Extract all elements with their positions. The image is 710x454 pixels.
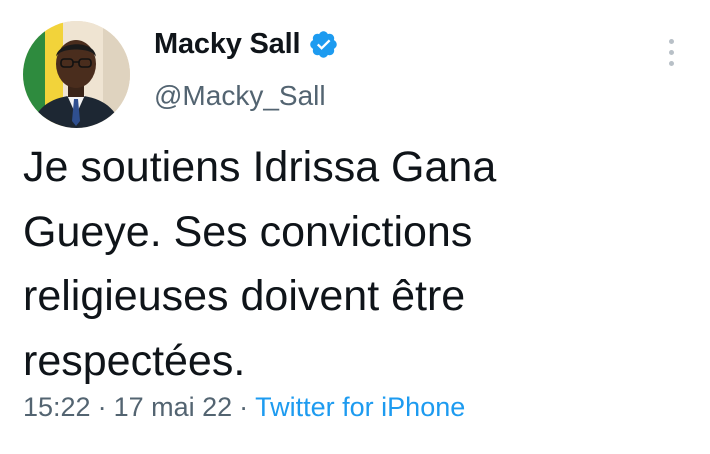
tweet-text-line: religieuses doivent être bbox=[23, 272, 466, 320]
tweet-source-link[interactable]: Twitter for iPhone bbox=[255, 392, 465, 422]
verified-badge-icon bbox=[308, 29, 339, 60]
meta-separator: · bbox=[239, 392, 249, 422]
tweet-date[interactable]: 17 mai 22 bbox=[114, 392, 233, 422]
meta-separator: · bbox=[97, 392, 107, 422]
tweet-time[interactable]: 15:22 bbox=[23, 392, 91, 422]
avatar-image bbox=[23, 21, 130, 128]
tweet-text-line: respectées. bbox=[23, 336, 246, 385]
tweet-card: Macky Sall @Macky_Sall Je soutiens Idris… bbox=[0, 0, 710, 454]
avatar[interactable] bbox=[23, 21, 130, 128]
more-vertical-icon bbox=[668, 38, 674, 44]
more-options-button[interactable] bbox=[660, 34, 682, 70]
author-display-name[interactable]: Macky Sall bbox=[154, 28, 301, 61]
author-name-row: Macky Sall bbox=[154, 28, 339, 61]
tweet-text: Je soutiens Idrissa Gana Gueye. Ses conv… bbox=[23, 135, 663, 393]
author-handle[interactable]: @Macky_Sall bbox=[154, 80, 326, 112]
tweet-text-line: Gueye. Ses convictions bbox=[23, 207, 473, 256]
tweet-text-line: Je soutiens Idrissa Gana bbox=[23, 143, 497, 191]
tweet-metadata: 15:22 · 17 mai 22 · Twitter for iPhone bbox=[23, 392, 465, 423]
